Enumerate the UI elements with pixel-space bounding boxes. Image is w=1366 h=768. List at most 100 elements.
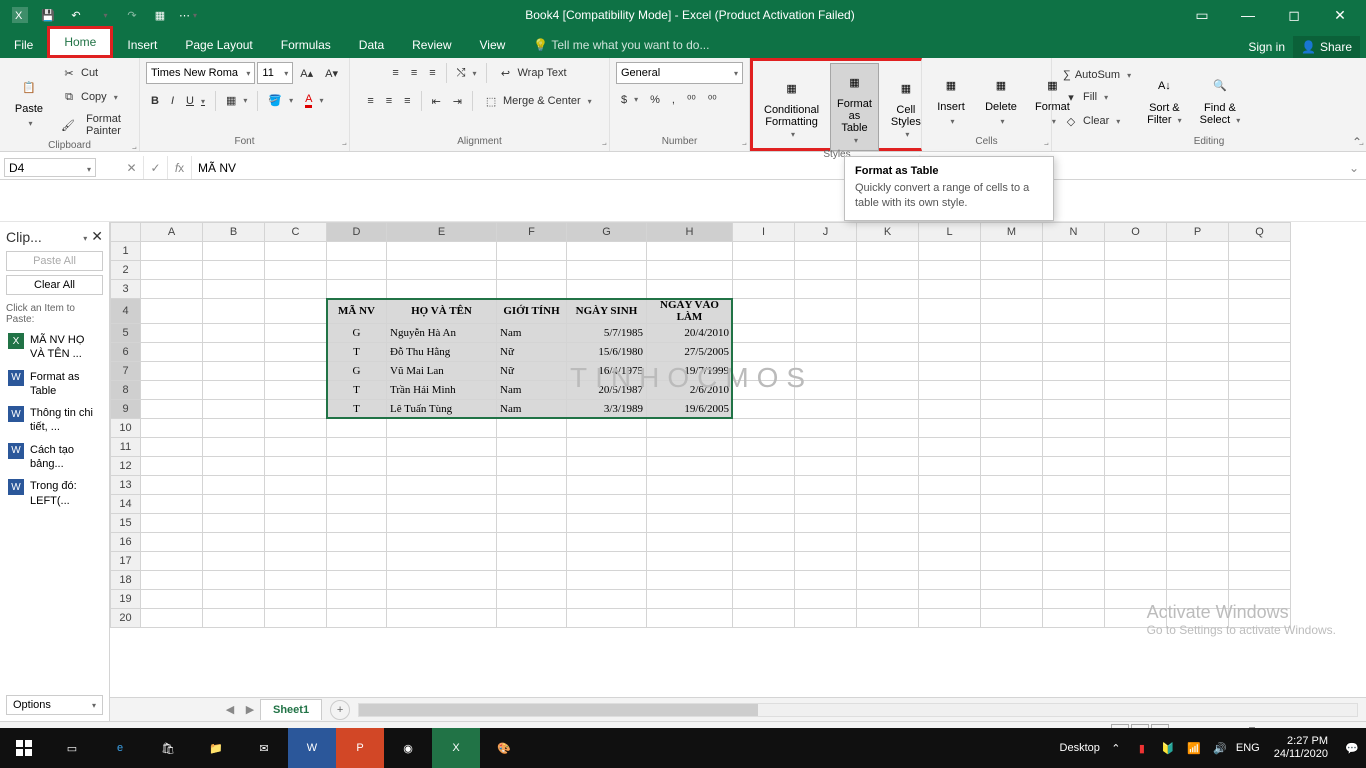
merge-center-button[interactable]: ⬚Merge & Center	[478, 90, 597, 112]
cell-I2[interactable]	[733, 261, 795, 280]
cell-M12[interactable]	[981, 457, 1043, 476]
row-header-9[interactable]: 9	[111, 400, 141, 419]
cell-E16[interactable]	[387, 533, 497, 552]
cell-F6[interactable]: Nữ	[497, 343, 567, 362]
cell-F4[interactable]: GIỚI TÍNH	[497, 299, 567, 324]
cell-D3[interactable]	[327, 280, 387, 299]
cell-N10[interactable]	[1043, 419, 1105, 438]
cell-O19[interactable]	[1105, 590, 1167, 609]
cell-C6[interactable]	[265, 343, 327, 362]
cell-M2[interactable]	[981, 261, 1043, 280]
cell-G2[interactable]	[567, 261, 647, 280]
cell-L9[interactable]	[919, 400, 981, 419]
cell-L14[interactable]	[919, 495, 981, 514]
cell-A1[interactable]	[141, 242, 203, 261]
cell-K4[interactable]	[857, 299, 919, 324]
fill-button[interactable]: ▾Fill	[1058, 86, 1136, 108]
cell-P16[interactable]	[1167, 533, 1229, 552]
close-button[interactable]: ✕	[1320, 0, 1360, 30]
cell-P18[interactable]	[1167, 571, 1229, 590]
cell-G20[interactable]	[567, 609, 647, 628]
cell-H7[interactable]: 19/7/1999	[647, 362, 733, 381]
cell-B5[interactable]	[203, 324, 265, 343]
cell-L16[interactable]	[919, 533, 981, 552]
cell-K3[interactable]	[857, 280, 919, 299]
cell-B1[interactable]	[203, 242, 265, 261]
tray-chevron-icon[interactable]: ⌃	[1106, 742, 1126, 755]
tray-wifi-icon[interactable]: 📶	[1184, 742, 1204, 755]
minimize-button[interactable]: —	[1228, 0, 1268, 30]
tellme[interactable]: 💡 Tell me what you want to do...	[519, 32, 723, 58]
cell-F7[interactable]: Nữ	[497, 362, 567, 381]
tab-scroll-left[interactable]: ◀	[220, 703, 240, 716]
cell-C15[interactable]	[265, 514, 327, 533]
cell-C8[interactable]	[265, 381, 327, 400]
col-header-M[interactable]: M	[981, 223, 1043, 242]
cell-M14[interactable]	[981, 495, 1043, 514]
italic-button[interactable]: I	[166, 92, 179, 110]
cell-F15[interactable]	[497, 514, 567, 533]
cell-K17[interactable]	[857, 552, 919, 571]
cell-M19[interactable]	[981, 590, 1043, 609]
cell-M10[interactable]	[981, 419, 1043, 438]
cell-N3[interactable]	[1043, 280, 1105, 299]
cell-D15[interactable]	[327, 514, 387, 533]
cell-M20[interactable]	[981, 609, 1043, 628]
cell-H9[interactable]: 19/6/2005	[647, 400, 733, 419]
cell-A18[interactable]	[141, 571, 203, 590]
cell-N6[interactable]	[1043, 343, 1105, 362]
cell-F2[interactable]	[497, 261, 567, 280]
cell-N2[interactable]	[1043, 261, 1105, 280]
cell-D6[interactable]: T	[327, 343, 387, 362]
align-right-button[interactable]: ≡	[399, 92, 415, 110]
cell-J4[interactable]	[795, 299, 857, 324]
cell-P12[interactable]	[1167, 457, 1229, 476]
align-bottom-button[interactable]: ≡	[424, 64, 440, 82]
cell-I14[interactable]	[733, 495, 795, 514]
cell-D1[interactable]	[327, 242, 387, 261]
cell-P20[interactable]	[1167, 609, 1229, 628]
cell-F8[interactable]: Nam	[497, 381, 567, 400]
cell-M8[interactable]	[981, 381, 1043, 400]
cell-I10[interactable]	[733, 419, 795, 438]
cell-E1[interactable]	[387, 242, 497, 261]
cell-P3[interactable]	[1167, 280, 1229, 299]
cell-K6[interactable]	[857, 343, 919, 362]
cell-Q14[interactable]	[1229, 495, 1291, 514]
cell-M15[interactable]	[981, 514, 1043, 533]
cell-Q16[interactable]	[1229, 533, 1291, 552]
cell-N14[interactable]	[1043, 495, 1105, 514]
borders-button[interactable]: ▦	[221, 91, 252, 110]
task-view-icon[interactable]: ▭	[48, 728, 96, 768]
cell-C4[interactable]	[265, 299, 327, 324]
cell-A9[interactable]	[141, 400, 203, 419]
cancel-formula-icon[interactable]: ✕	[120, 156, 144, 179]
word-icon[interactable]: W	[288, 728, 336, 768]
cell-L6[interactable]	[919, 343, 981, 362]
cell-K5[interactable]	[857, 324, 919, 343]
desktop-label[interactable]: Desktop	[1060, 742, 1100, 754]
paste-all-button[interactable]: Paste All	[6, 251, 103, 271]
number-format-select[interactable]: General	[616, 62, 743, 84]
tab-data[interactable]: Data	[345, 32, 398, 58]
cell-J2[interactable]	[795, 261, 857, 280]
cell-K12[interactable]	[857, 457, 919, 476]
format-painter-button[interactable]: 🖌Format Painter	[56, 110, 133, 140]
enter-formula-icon[interactable]: ✓	[144, 156, 168, 179]
cell-Q5[interactable]	[1229, 324, 1291, 343]
cell-G8[interactable]: 20/5/1987	[567, 381, 647, 400]
cell-H19[interactable]	[647, 590, 733, 609]
cell-H20[interactable]	[647, 609, 733, 628]
cell-J8[interactable]	[795, 381, 857, 400]
redo-icon[interactable]: ↷	[122, 5, 142, 25]
horizontal-scrollbar[interactable]	[358, 703, 1358, 717]
cell-O9[interactable]	[1105, 400, 1167, 419]
cell-I3[interactable]	[733, 280, 795, 299]
cell-N7[interactable]	[1043, 362, 1105, 381]
cell-M13[interactable]	[981, 476, 1043, 495]
cell-O2[interactable]	[1105, 261, 1167, 280]
cell-G7[interactable]: 16/4/1975	[567, 362, 647, 381]
collapse-ribbon-icon[interactable]: ⌃	[1352, 135, 1362, 149]
tray-language[interactable]: ENG	[1236, 742, 1260, 754]
cell-K20[interactable]	[857, 609, 919, 628]
